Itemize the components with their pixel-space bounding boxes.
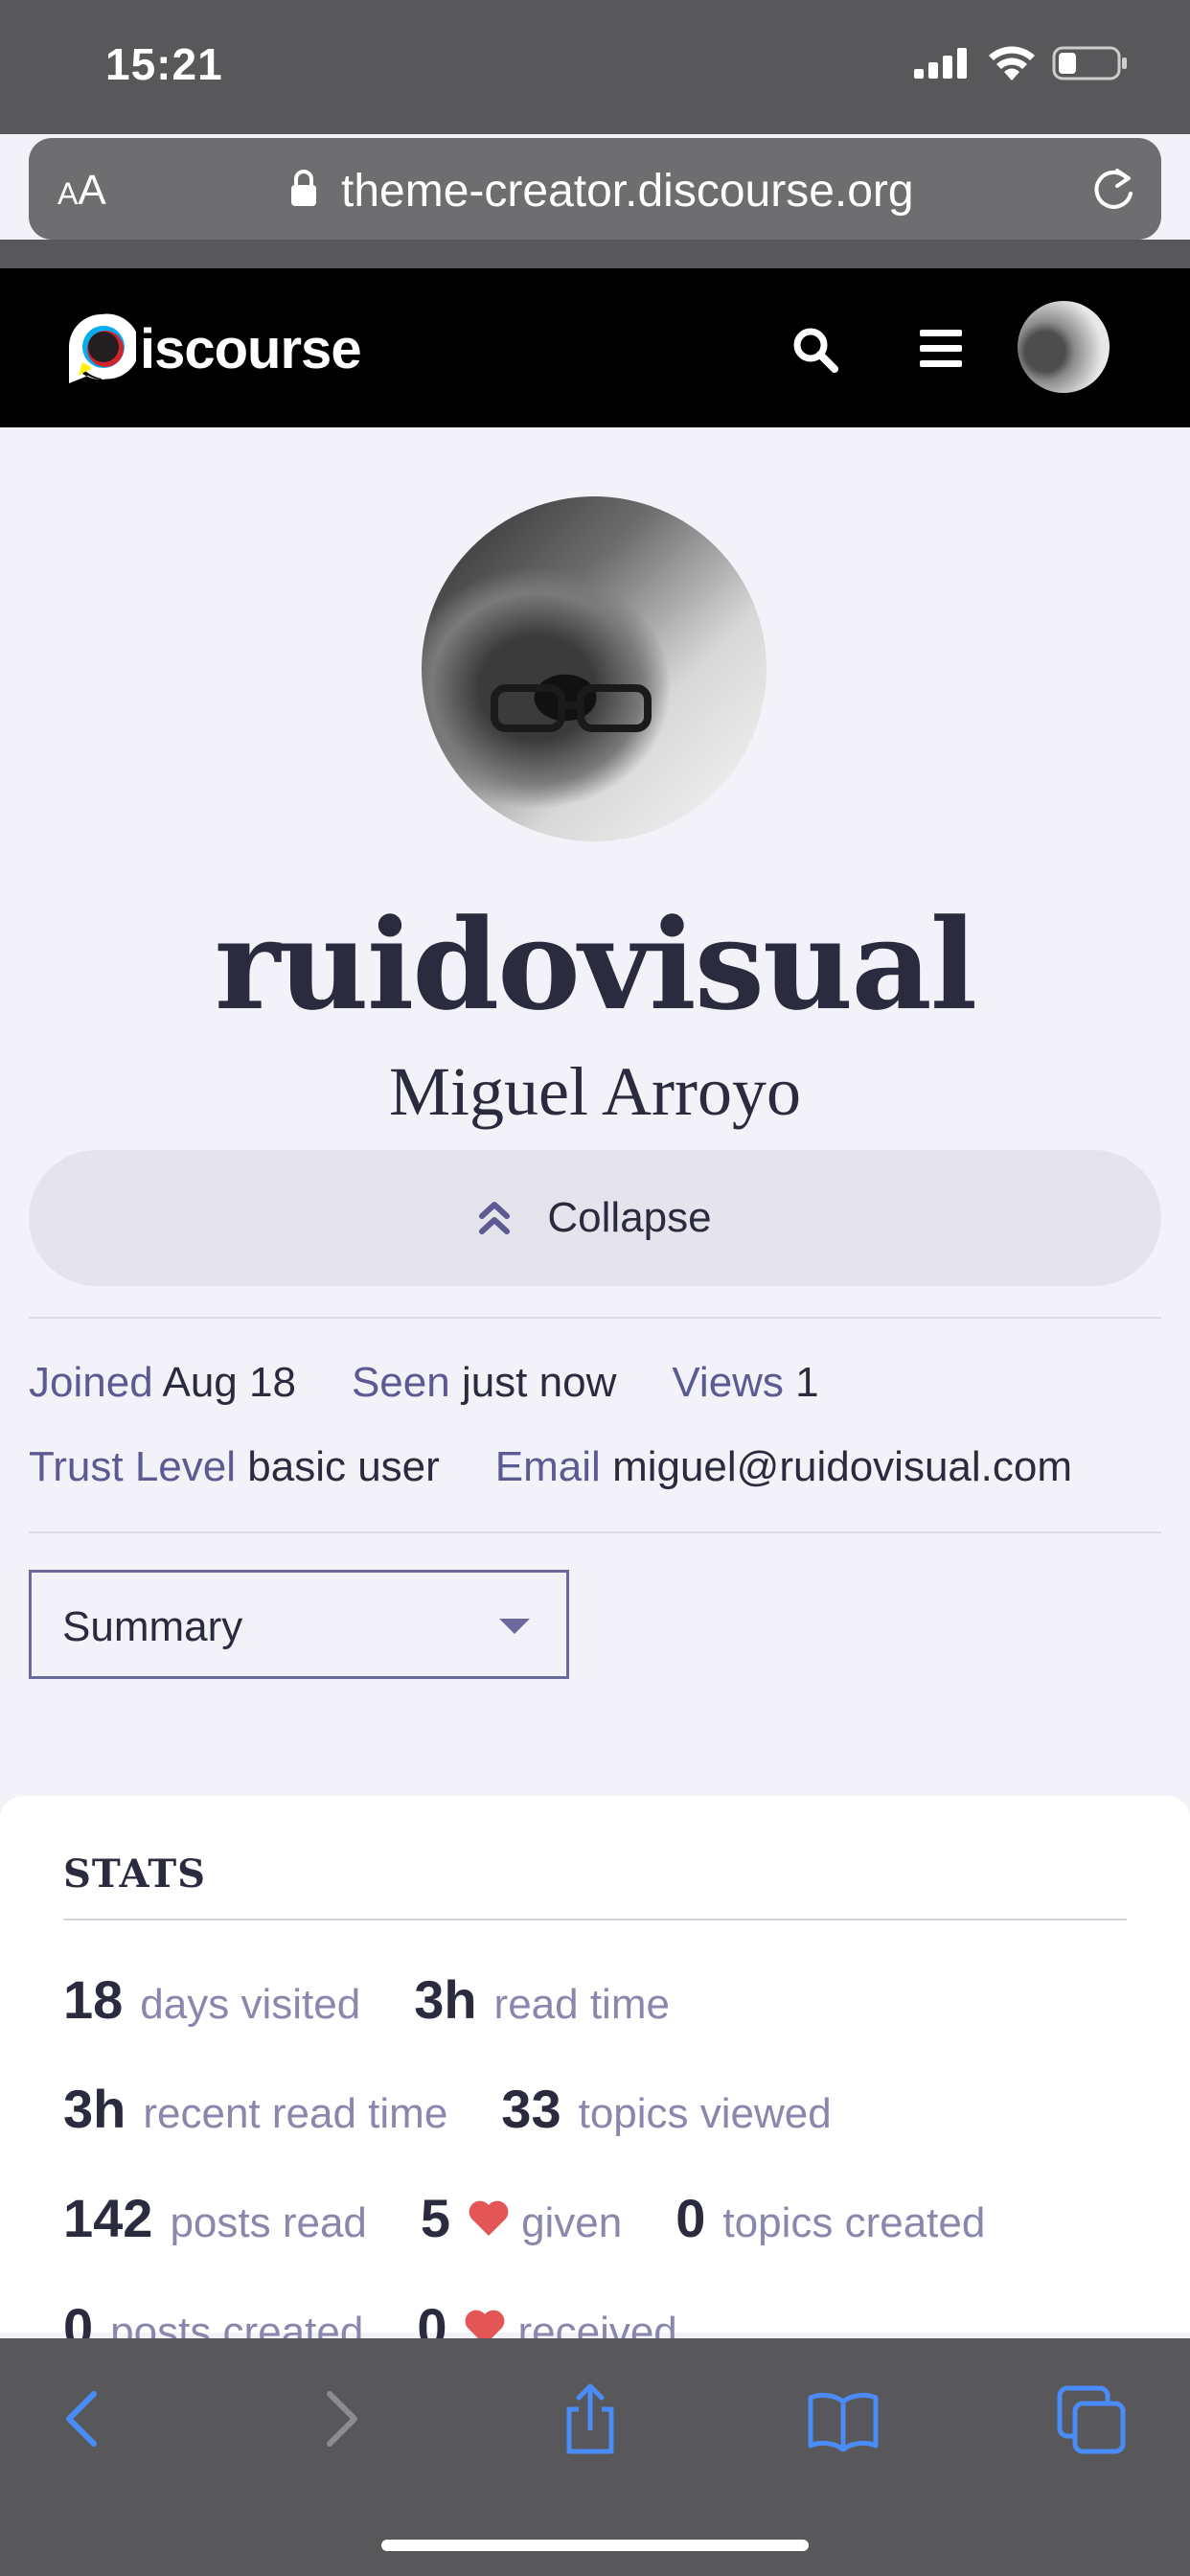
stat-value: 18	[63, 1969, 124, 2030]
stat-label: read time	[493, 1981, 670, 2028]
tabs-icon[interactable]	[1054, 2380, 1131, 2457]
meta-value: basic user	[247, 1443, 440, 1490]
url-text[interactable]: theme-creator.discourse.org	[312, 165, 1012, 218]
stat-likes-given: 5 given	[421, 2187, 622, 2249]
profile-username: ruidovisual	[214, 891, 977, 1038]
stat-value: 0	[675, 2188, 706, 2248]
cellular-signal-icon	[914, 48, 967, 79]
battery-icon	[1052, 46, 1127, 80]
meta-email: Email miguel@ruidovisual.com	[495, 1443, 1072, 1491]
wifi-icon	[989, 46, 1035, 80]
stat-label: days visited	[140, 1981, 361, 2028]
status-time: 15:21	[105, 39, 223, 89]
meta-key: Views	[672, 1359, 784, 1406]
meta-trust-level: Trust Level basic user	[29, 1443, 440, 1491]
meta-key: Trust Level	[29, 1443, 237, 1490]
home-indicator[interactable]	[381, 2540, 809, 2551]
stat-label: topics viewed	[578, 2090, 832, 2137]
caret-down-icon	[499, 1619, 530, 1634]
stat-posts-read: 142 posts read	[63, 2187, 367, 2249]
stats-row: 18 days visited 3h read time	[63, 1968, 723, 2031]
meta-views: Views 1	[672, 1359, 818, 1407]
profile-view-select-value: Summary	[62, 1603, 243, 1650]
stats-section: STATS 18 days visited 3h read time 3h re…	[0, 1796, 1190, 2358]
hamburger-menu-icon[interactable]	[918, 328, 964, 370]
site-logo[interactable]: iscourse	[67, 312, 362, 385]
text-size-large-label: A	[78, 167, 106, 214]
status-bar: 15:21	[0, 0, 1190, 134]
stat-label: topics created	[722, 2199, 986, 2246]
stat-value: 33	[501, 2079, 561, 2139]
avatar-photo-detail	[491, 684, 652, 732]
heart-icon	[469, 2200, 509, 2236]
back-icon[interactable]	[46, 2380, 123, 2457]
stat-recent-read-time: 3h recent read time	[63, 2078, 447, 2140]
site-header: iscourse	[0, 268, 1190, 427]
stat-value: 5	[420, 2188, 451, 2248]
address-bar[interactable]: AA theme-creator.discourse.org	[29, 138, 1161, 240]
meta-value: Aug 18	[162, 1359, 296, 1406]
meta-key: Joined	[29, 1359, 153, 1406]
text-size-small-label: A	[57, 176, 79, 211]
meta-seen: Seen just now	[352, 1359, 616, 1407]
share-icon[interactable]	[552, 2380, 629, 2457]
meta-joined: Joined Aug 18	[29, 1359, 296, 1407]
profile-meta-row-2: Trust Level basic user Email miguel@ruid…	[29, 1443, 1128, 1491]
chevrons-up-icon	[479, 1202, 511, 1234]
profile-avatar	[422, 496, 767, 841]
logo-text: iscourse	[140, 317, 362, 380]
meta-value: just now	[461, 1359, 617, 1406]
stat-topics-created: 0 topics created	[675, 2187, 985, 2249]
browser-chrome-bottom	[0, 240, 1190, 268]
profile-meta-row-1: Joined Aug 18 Seen just now Views 1	[29, 1359, 875, 1407]
stat-label: given	[521, 2199, 623, 2246]
current-user-avatar[interactable]	[1018, 301, 1110, 393]
divider	[29, 1531, 1161, 1533]
search-icon[interactable]	[791, 326, 839, 374]
stats-row: 3h recent read time 33 topics viewed	[63, 2078, 885, 2140]
stats-title: STATS	[63, 1852, 206, 1897]
stat-value: 142	[63, 2188, 153, 2248]
stat-days-visited: 18 days visited	[63, 1968, 360, 2031]
stat-topics-viewed: 33 topics viewed	[501, 2078, 831, 2140]
stat-label: posts read	[170, 2199, 367, 2246]
stat-value: 3h	[63, 2079, 126, 2139]
text-size-button[interactable]: AA	[57, 167, 106, 215]
meta-value: 1	[795, 1359, 819, 1406]
forward-icon[interactable]	[301, 2380, 378, 2457]
meta-key: Seen	[351, 1359, 450, 1406]
stat-value: 3h	[414, 1969, 477, 2030]
stats-divider	[63, 1919, 1127, 1920]
email-link[interactable]: miguel@ruidovisual.com	[612, 1443, 1072, 1490]
stats-row: 142 posts read 5 given 0 topics created	[63, 2187, 1039, 2249]
discourse-logo-icon	[69, 313, 136, 383]
collapse-label: Collapse	[547, 1194, 712, 1241]
stat-label: recent read time	[143, 2090, 448, 2137]
bookmarks-icon[interactable]	[805, 2380, 881, 2457]
collapse-button[interactable]: Collapse	[29, 1150, 1161, 1286]
meta-key: Email	[494, 1443, 601, 1490]
profile-full-name: Miguel Arroyo	[389, 1053, 801, 1130]
reload-icon[interactable]	[1088, 165, 1138, 215]
profile-view-select[interactable]: Summary	[29, 1570, 569, 1679]
stat-read-time: 3h read time	[414, 1968, 670, 2031]
divider	[29, 1317, 1161, 1319]
